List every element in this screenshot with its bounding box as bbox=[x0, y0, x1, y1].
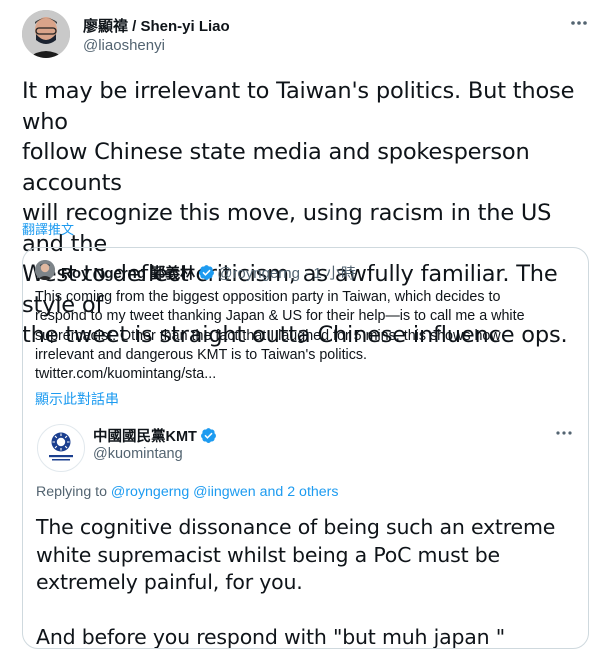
quote-link[interactable]: twitter.com/kuomintang/sta... bbox=[35, 365, 560, 384]
replying-prefix: Replying to bbox=[36, 484, 111, 500]
embedded-text-line: extremely painful, for you. bbox=[36, 570, 303, 594]
quote-timestamp[interactable]: 1 小時 bbox=[313, 265, 356, 282]
quote-text-line: respond to my tweet thanking Japan & US … bbox=[35, 308, 525, 325]
quote-text: This coming from the biggest opposition … bbox=[35, 288, 560, 384]
more-horizontal-icon bbox=[571, 21, 587, 25]
translate-tweet-link[interactable]: 翻譯推文 bbox=[22, 219, 74, 238]
embedded-text-line: And before you respond with "but muh jap… bbox=[36, 625, 506, 649]
quote-text-line: supremacist. Other than the fact that I … bbox=[35, 327, 501, 344]
embedded-text-line: The cognitive dissonance of being such a… bbox=[36, 515, 556, 539]
embedded-text-line bbox=[36, 597, 576, 625]
tweet-text-line: It may be irrelevant to Taiwan's politic… bbox=[22, 78, 575, 135]
embedded-author-handle: @kuomintang bbox=[93, 446, 183, 462]
embedded-author-name-text: 中國國民黨KMT bbox=[93, 429, 197, 445]
quote-text-line: irrelevant and dangerous KMT is to Taiwa… bbox=[35, 346, 367, 363]
embedded-author-name: 中國國民黨KMT bbox=[93, 425, 219, 446]
quoted-tweet-card[interactable]: Roy Ngerng 鄞義林 @royngerng · 1 小時 This com… bbox=[22, 247, 589, 649]
quote-text-line: This coming from the biggest opposition … bbox=[35, 289, 501, 305]
quote-author-avatar[interactable] bbox=[35, 260, 55, 280]
more-horizontal-icon bbox=[553, 426, 575, 440]
replying-links: @royngerng @iingwen and 2 others bbox=[110, 484, 339, 500]
embedded-text: The cognitive dissonance of being such a… bbox=[36, 514, 576, 649]
quote-header: Roy Ngerng 鄞義林 @royngerng · 1 小時 bbox=[61, 262, 356, 283]
kmt-logo-icon bbox=[37, 424, 85, 472]
replying-to: Replying to @royngerng @iingwen and 2 ot… bbox=[36, 484, 338, 500]
quote-author-handle[interactable]: @royngerng bbox=[217, 265, 300, 282]
show-thread-link[interactable]: 顯示此對話串 bbox=[35, 389, 119, 409]
verified-badge-icon bbox=[200, 427, 217, 444]
verified-badge-icon bbox=[198, 264, 215, 281]
author-handle[interactable]: @liaoshenyi bbox=[83, 37, 165, 54]
author-name[interactable]: 廖顯禕 / Shen-yi Liao bbox=[83, 15, 230, 36]
author-avatar[interactable] bbox=[22, 10, 70, 58]
embedded-text-line: white supremacist whilst being a PoC mus… bbox=[36, 542, 500, 567]
meta-separator: · bbox=[300, 265, 313, 282]
separator-dot: · bbox=[304, 265, 310, 282]
more-options-button[interactable] bbox=[566, 14, 592, 32]
tweet-text-line: follow Chinese state media and spokesper… bbox=[22, 139, 530, 196]
quote-author-name[interactable]: Roy Ngerng 鄞義林 bbox=[61, 265, 195, 282]
